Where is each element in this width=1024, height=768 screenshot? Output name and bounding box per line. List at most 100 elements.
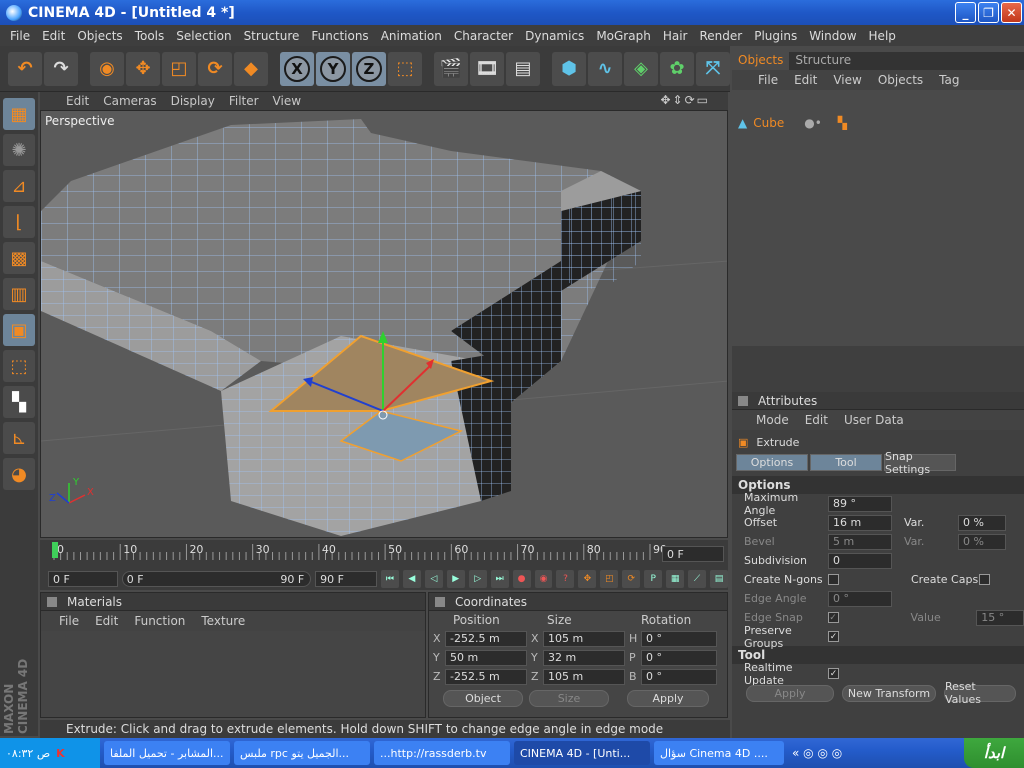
menu-plugins[interactable]: Plugins [748,29,803,43]
go-to-start-icon[interactable]: ⏮ [380,570,399,588]
coord-size-select[interactable]: Size [529,689,609,707]
minimize-button[interactable]: _ [955,2,976,23]
texture-tag-icon[interactable]: ▚ [838,116,847,130]
menu-file[interactable]: File [4,29,36,43]
subdivision-field[interactable]: 0 [828,552,892,569]
taskbar-item-3[interactable]: ...http://rassderb.tv [374,741,510,765]
spline-icon[interactable]: ∿ [588,51,622,86]
size-y-field[interactable]: 32 m [543,649,625,666]
objects-menu-objects[interactable]: Objects [878,73,923,87]
menu-structure[interactable]: Structure [238,29,306,43]
close-button[interactable]: ✕ [1001,2,1022,23]
size-z-field[interactable]: 105 m [543,668,625,685]
perspective-viewport[interactable]: Y X Z Perspective [40,110,728,538]
new-transform-button[interactable]: New Transform [842,684,936,702]
menu-hair[interactable]: Hair [657,29,694,43]
workplane-icon[interactable]: ⊾ [3,422,35,454]
viewport-menu-display[interactable]: Display [171,94,215,108]
taskbar-item-1[interactable]: المشابر - تحميل الملفا... [104,741,230,765]
tab-snap-settings[interactable]: Snap Settings [884,450,956,476]
position-z-field[interactable]: -252.5 m [445,668,527,685]
tab-objects[interactable]: Objects [732,52,790,70]
menu-help[interactable]: Help [863,29,902,43]
taskbar-item-4[interactable]: CINEMA 4D - [Unti... [514,741,650,765]
preserve-groups-checkbox[interactable]: ✓ [828,631,839,642]
play-backward-icon[interactable]: ◁ [424,570,443,588]
key-pla-icon[interactable]: ▦ [666,570,685,588]
viewport-menu-filter[interactable]: Filter [229,94,259,108]
materials-menu-texture[interactable]: Texture [201,614,245,628]
points-tool-icon[interactable]: ⌊ [3,206,35,238]
timeline[interactable]: 0 10 20 30 40 50 60 70 80 90 0 F [40,540,728,568]
menu-edit[interactable]: Edit [36,29,71,43]
key-parameter-icon[interactable]: P [644,570,663,588]
value-field[interactable]: 15 ° [976,609,1024,626]
create-caps-checkbox[interactable] [979,574,990,585]
size-x-field[interactable]: 105 m [543,630,625,647]
taskbar-item-5[interactable]: سؤال Cinema 4D .... [654,741,784,765]
animation-mode-icon[interactable]: ⬚ [3,350,35,382]
key-position-icon[interactable]: ✥ [578,570,597,588]
menu-functions[interactable]: Functions [305,29,374,43]
menu-dynamics[interactable]: Dynamics [519,29,590,43]
play-forward-icon[interactable]: ▶ [446,570,465,588]
tab-tool[interactable]: Tool [810,454,882,471]
interpolation-icon[interactable]: ⟋ [688,570,707,588]
render-picture-viewer-icon[interactable]: 🎞 [470,51,504,86]
edges-tool-icon[interactable]: ▩ [3,242,35,274]
coord-mode-select[interactable]: Object [443,689,523,707]
attributes-menu-edit[interactable]: Edit [805,413,828,427]
start-frame-field[interactable]: 0 F [48,571,118,587]
var1-field[interactable]: 0 % [958,514,1006,531]
bevel-field[interactable]: 5 m [828,533,892,550]
max-angle-field[interactable]: 89 ° [828,495,892,512]
objects-menu-tag[interactable]: Tag [939,73,959,87]
attributes-menu-mode[interactable]: Mode [756,413,789,427]
viewport-menu-edit[interactable]: Edit [66,94,89,108]
tab-options[interactable]: Options [736,454,808,471]
object-row-cube[interactable]: ▲ Cube ●• ▚ [738,116,847,130]
rotation-b-field[interactable]: 0 ° [641,668,717,685]
rotate-icon[interactable]: ⟳ [198,51,232,86]
var2-field[interactable]: 0 % [958,533,1006,550]
menu-animation[interactable]: Animation [375,29,448,43]
coord-apply-button[interactable]: Apply [627,689,709,707]
z-axis-lock-button[interactable]: Z [352,51,386,86]
menu-character[interactable]: Character [448,29,519,43]
live-selection-icon[interactable]: ◉ [90,51,124,86]
viewport-nav-icons[interactable]: ✥⇕⟳▭ [660,93,710,107]
x-axis-lock-button[interactable]: X [280,51,314,86]
recent-tool-icon[interactable]: ◆ [234,51,268,86]
current-frame-field[interactable]: 0 F [662,546,724,562]
playhead[interactable] [52,542,58,558]
step-back-icon[interactable]: ◀ [402,570,421,588]
rotation-h-field[interactable]: 0 ° [641,630,717,647]
menu-window[interactable]: Window [803,29,862,43]
key-scale-icon[interactable]: ◰ [600,570,619,588]
end-frame-field[interactable]: 90 F [315,571,377,587]
y-axis-lock-button[interactable]: Y [316,51,350,86]
edge-snap-checkbox[interactable]: ✓ [827,612,839,623]
materials-menu-edit[interactable]: Edit [95,614,118,628]
move-icon[interactable]: ✥ [126,51,160,86]
attributes-menu-userdata[interactable]: User Data [844,413,904,427]
edge-angle-field[interactable]: 0 ° [828,590,892,607]
checkerboard-icon[interactable]: ▚ [3,386,35,418]
materials-menu-file[interactable]: File [59,614,79,628]
reset-values-button[interactable]: Reset Values [944,680,1016,706]
taskbar-item-2[interactable]: ملبس rpc الجميل يتو... [234,741,370,765]
start-button[interactable]: ابدأ [964,738,1024,768]
menu-render[interactable]: Render [693,29,748,43]
quick-launch-icons[interactable]: « ◎ ◎ ◎ [792,746,842,760]
scale-icon[interactable]: ◰ [162,51,196,86]
key-rotation-icon[interactable]: ⟳ [622,570,641,588]
antivirus-icon[interactable]: K [56,747,65,760]
cube-primitive-icon[interactable]: ⬢ [552,51,586,86]
redo-icon[interactable]: ↷ [44,51,78,86]
materials-menu-function[interactable]: Function [134,614,185,628]
offset-field[interactable]: 16 m [828,514,892,531]
visibility-dots-icon[interactable]: ●• [804,116,822,130]
viewport-menu-cameras[interactable]: Cameras [103,94,156,108]
coordinate-system-icon[interactable]: ⬚ [388,51,422,86]
maximize-button[interactable]: ❐ [978,2,999,23]
